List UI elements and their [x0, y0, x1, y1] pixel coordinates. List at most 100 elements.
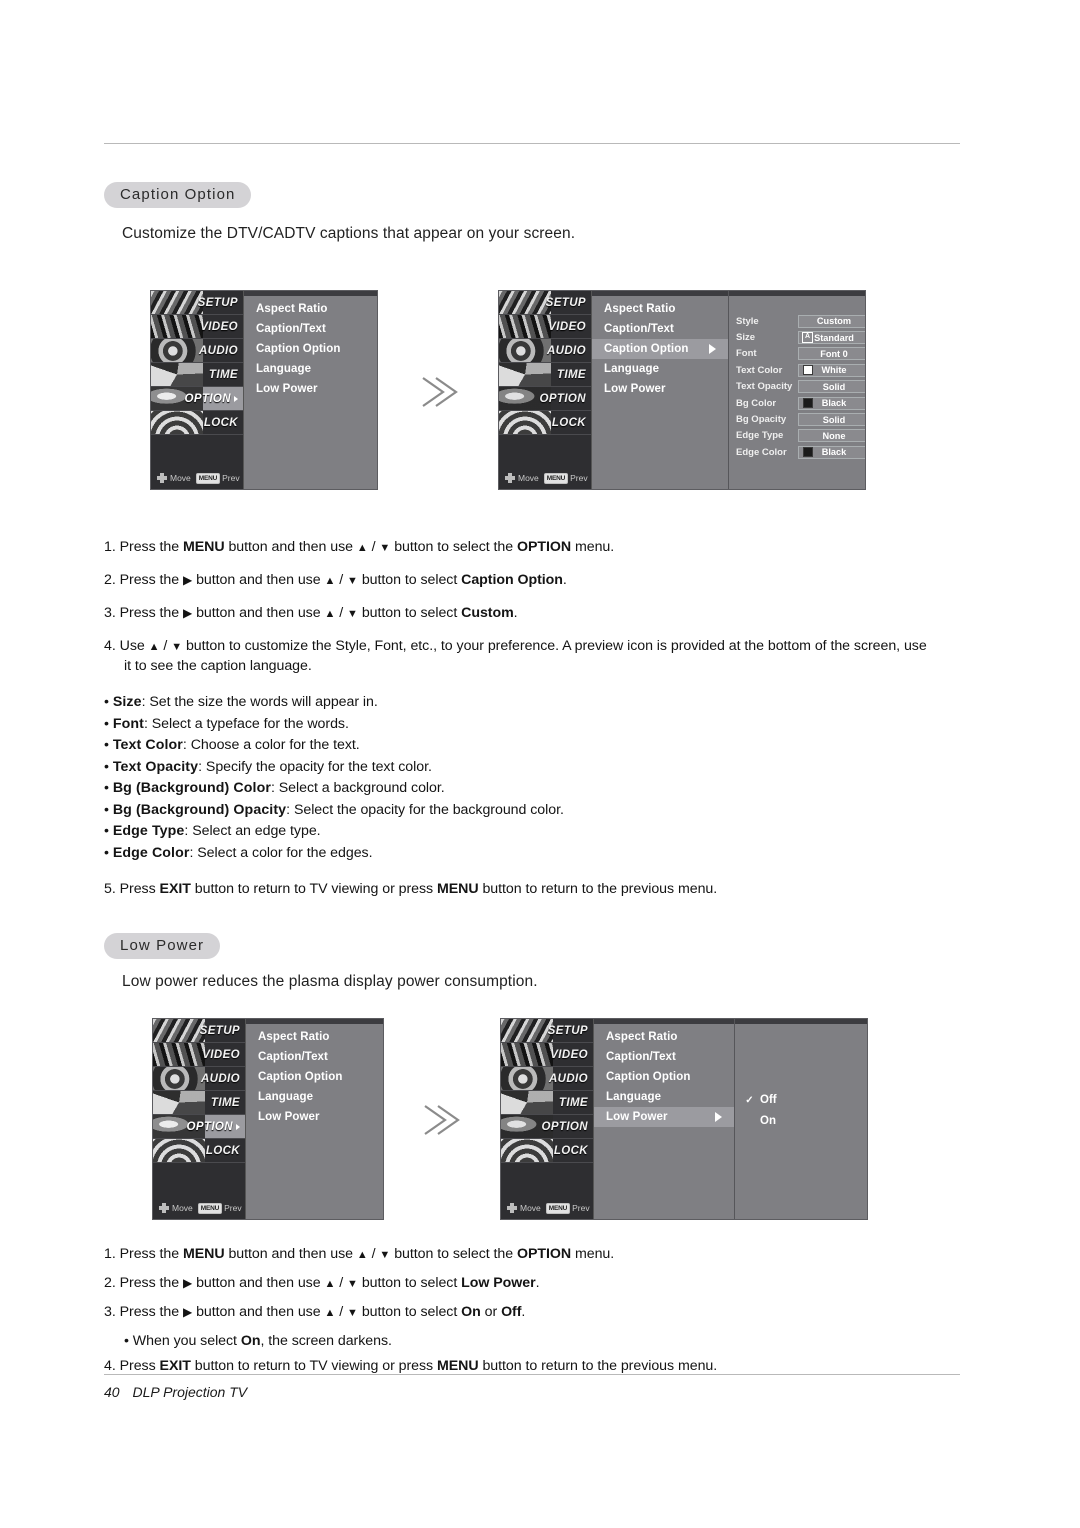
- osd-menu-low-power[interactable]: SETUP VIDEO AUDIO TIME OPTION LOCK Move …: [500, 1018, 868, 1220]
- sidebar-item-video[interactable]: VIDEO: [151, 315, 243, 339]
- menu-item-label: Low Power: [606, 1111, 668, 1123]
- menu-item-low-power[interactable]: Low Power: [246, 1107, 383, 1127]
- bullet-font: • Font: Select a typeface for the words.: [104, 715, 349, 732]
- sidebar-item-lock[interactable]: LOCK: [499, 411, 591, 435]
- sidebar-item-audio[interactable]: AUDIO: [153, 1067, 245, 1091]
- setting-row-size[interactable]: Size A Standard: [729, 329, 865, 345]
- sidebar-item-time[interactable]: TIME: [151, 363, 243, 387]
- sidebar-item-option[interactable]: OPTION: [153, 1115, 245, 1139]
- sidebar-item-label: SETUP: [547, 1024, 588, 1037]
- low-power-choice-panel[interactable]: ✓ Off On: [734, 1019, 867, 1219]
- setting-row-text-opacity[interactable]: Text Opacity Solid: [729, 379, 865, 395]
- setting-value-font[interactable]: Font 0: [798, 347, 865, 361]
- osd-menu-list[interactable]: Aspect Ratio Caption/Text Caption Option…: [244, 291, 377, 489]
- move-label: Move: [172, 1203, 193, 1213]
- setting-value-edge-color[interactable]: Black: [798, 445, 865, 459]
- video-thumbnail-icon: [501, 1043, 553, 1066]
- setting-value-bg-opacity[interactable]: Solid: [798, 413, 865, 427]
- menu-item-aspect-ratio[interactable]: Aspect Ratio: [592, 299, 728, 319]
- osd-menu-list[interactable]: Aspect Ratio Caption/Text Caption Option…: [594, 1019, 734, 1219]
- menu-item-label: Caption Option: [256, 343, 341, 355]
- caption-settings-panel[interactable]: Style Custom Size A Standard Font Font 0: [728, 291, 865, 489]
- color-swatch-black: [803, 447, 813, 458]
- sidebar-item-option[interactable]: OPTION: [151, 387, 243, 411]
- setting-row-style[interactable]: Style Custom: [729, 313, 865, 329]
- dpad-icon: [158, 1202, 170, 1214]
- setting-row-edge-type[interactable]: Edge Type None: [729, 428, 865, 444]
- osd-sidebar[interactable]: SETUP VIDEO AUDIO TIME OPTION LOCK Move …: [501, 1019, 594, 1219]
- sidebar-item-time[interactable]: TIME: [153, 1091, 245, 1115]
- osd-menu-list[interactable]: Aspect Ratio Caption/Text Caption Option…: [592, 291, 728, 489]
- setting-value-bg-color[interactable]: Black: [798, 396, 865, 410]
- menu-item-caption-option[interactable]: Caption Option: [244, 339, 377, 359]
- dpad-icon: [504, 472, 516, 484]
- osd-menu-option[interactable]: SETUP VIDEO AUDIO TIME OPTION LOCK Move …: [150, 290, 378, 490]
- osd-sidebar[interactable]: SETUP VIDEO AUDIO TIME OPTION LOCK Move …: [499, 291, 592, 489]
- menu-item-aspect-ratio[interactable]: Aspect Ratio: [594, 1027, 734, 1047]
- sidebar-item-setup[interactable]: SETUP: [501, 1019, 593, 1043]
- sidebar-item-time[interactable]: TIME: [499, 363, 591, 387]
- setting-label: Edge Type: [736, 430, 784, 442]
- osd-menu-caption-option[interactable]: SETUP VIDEO AUDIO TIME OPTION LOCK Move …: [498, 290, 866, 490]
- menu-item-caption-text[interactable]: Caption/Text: [244, 319, 377, 339]
- setting-label: Size: [736, 332, 756, 344]
- sidebar-item-audio[interactable]: AUDIO: [501, 1067, 593, 1091]
- sidebar-item-video[interactable]: VIDEO: [153, 1043, 245, 1067]
- osd-footbar: Move MENU Prev: [501, 1197, 593, 1219]
- caption-option-bullets: • Size: Set the size the words will appe…: [104, 692, 966, 864]
- setting-row-bg-color[interactable]: Bg Color Black: [729, 395, 865, 411]
- time-thumbnail-icon: [151, 363, 203, 386]
- lock-thumbnail-icon: [501, 1139, 553, 1162]
- menu-item-language[interactable]: Language: [594, 1087, 734, 1107]
- menu-item-low-power[interactable]: Low Power: [594, 1107, 734, 1127]
- sidebar-item-video[interactable]: VIDEO: [499, 315, 591, 339]
- osd-sidebar[interactable]: SETUP VIDEO AUDIO TIME OPTION LOCK Move …: [153, 1019, 246, 1219]
- menu-item-caption-text[interactable]: Caption/Text: [246, 1047, 383, 1067]
- sidebar-item-lock[interactable]: LOCK: [153, 1139, 245, 1163]
- setting-value-size[interactable]: A Standard: [798, 331, 865, 345]
- menu-item-caption-option[interactable]: Caption Option: [594, 1067, 734, 1087]
- setting-label: Bg Opacity: [736, 414, 787, 426]
- osd-menu-option-lowpower[interactable]: SETUP VIDEO AUDIO TIME OPTION LOCK Move …: [152, 1018, 384, 1220]
- menu-item-aspect-ratio[interactable]: Aspect Ratio: [246, 1027, 383, 1047]
- setting-row-edge-color[interactable]: Edge Color Black: [729, 444, 865, 460]
- setting-value-edge-type[interactable]: None: [798, 429, 865, 443]
- arrow-right-icon: [715, 1112, 722, 1122]
- setting-row-font[interactable]: Font Font 0: [729, 346, 865, 362]
- sidebar-item-lock[interactable]: LOCK: [501, 1139, 593, 1163]
- menu-item-caption-option[interactable]: Caption Option: [246, 1067, 383, 1087]
- letter-a-icon: A: [802, 332, 813, 344]
- sidebar-item-setup[interactable]: SETUP: [151, 291, 243, 315]
- sidebar-item-video[interactable]: VIDEO: [501, 1043, 593, 1067]
- menu-item-caption-text[interactable]: Caption/Text: [594, 1047, 734, 1067]
- menu-item-caption-option[interactable]: Caption Option: [592, 339, 728, 359]
- setting-value-text: Font 0: [820, 348, 848, 359]
- menu-item-label: Caption Option: [604, 343, 689, 355]
- setting-value-style[interactable]: Custom: [798, 314, 865, 328]
- sidebar-item-option[interactable]: OPTION: [501, 1115, 593, 1139]
- setting-label: Style: [736, 315, 759, 327]
- menu-item-language[interactable]: Language: [244, 359, 377, 379]
- menu-item-language[interactable]: Language: [246, 1087, 383, 1107]
- sidebar-item-time[interactable]: TIME: [501, 1091, 593, 1115]
- sidebar-item-audio[interactable]: AUDIO: [499, 339, 591, 363]
- menu-item-aspect-ratio[interactable]: Aspect Ratio: [244, 299, 377, 319]
- choice-on[interactable]: On: [745, 1115, 776, 1127]
- osd-sidebar[interactable]: SETUP VIDEO AUDIO TIME OPTION LOCK Move …: [151, 291, 244, 489]
- menu-item-low-power[interactable]: Low Power: [592, 379, 728, 399]
- setting-value-text-color[interactable]: White: [798, 363, 865, 377]
- sidebar-item-setup[interactable]: SETUP: [499, 291, 591, 315]
- sidebar-item-lock[interactable]: LOCK: [151, 411, 243, 435]
- setting-value-text-opacity[interactable]: Solid: [798, 380, 865, 394]
- menu-item-caption-text[interactable]: Caption/Text: [592, 319, 728, 339]
- sidebar-item-audio[interactable]: AUDIO: [151, 339, 243, 363]
- setting-row-bg-opacity[interactable]: Bg Opacity Solid: [729, 411, 865, 427]
- sidebar-item-option[interactable]: OPTION: [499, 387, 591, 411]
- menu-item-language[interactable]: Language: [592, 359, 728, 379]
- choice-off[interactable]: ✓ Off: [745, 1094, 776, 1106]
- sidebar-item-setup[interactable]: SETUP: [153, 1019, 245, 1043]
- menu-item-low-power[interactable]: Low Power: [244, 379, 377, 399]
- setting-row-text-color[interactable]: Text Color White: [729, 362, 865, 378]
- osd-menu-list[interactable]: Aspect Ratio Caption/Text Caption Option…: [246, 1019, 383, 1219]
- section-heading-caption-option: Caption Option: [104, 182, 252, 208]
